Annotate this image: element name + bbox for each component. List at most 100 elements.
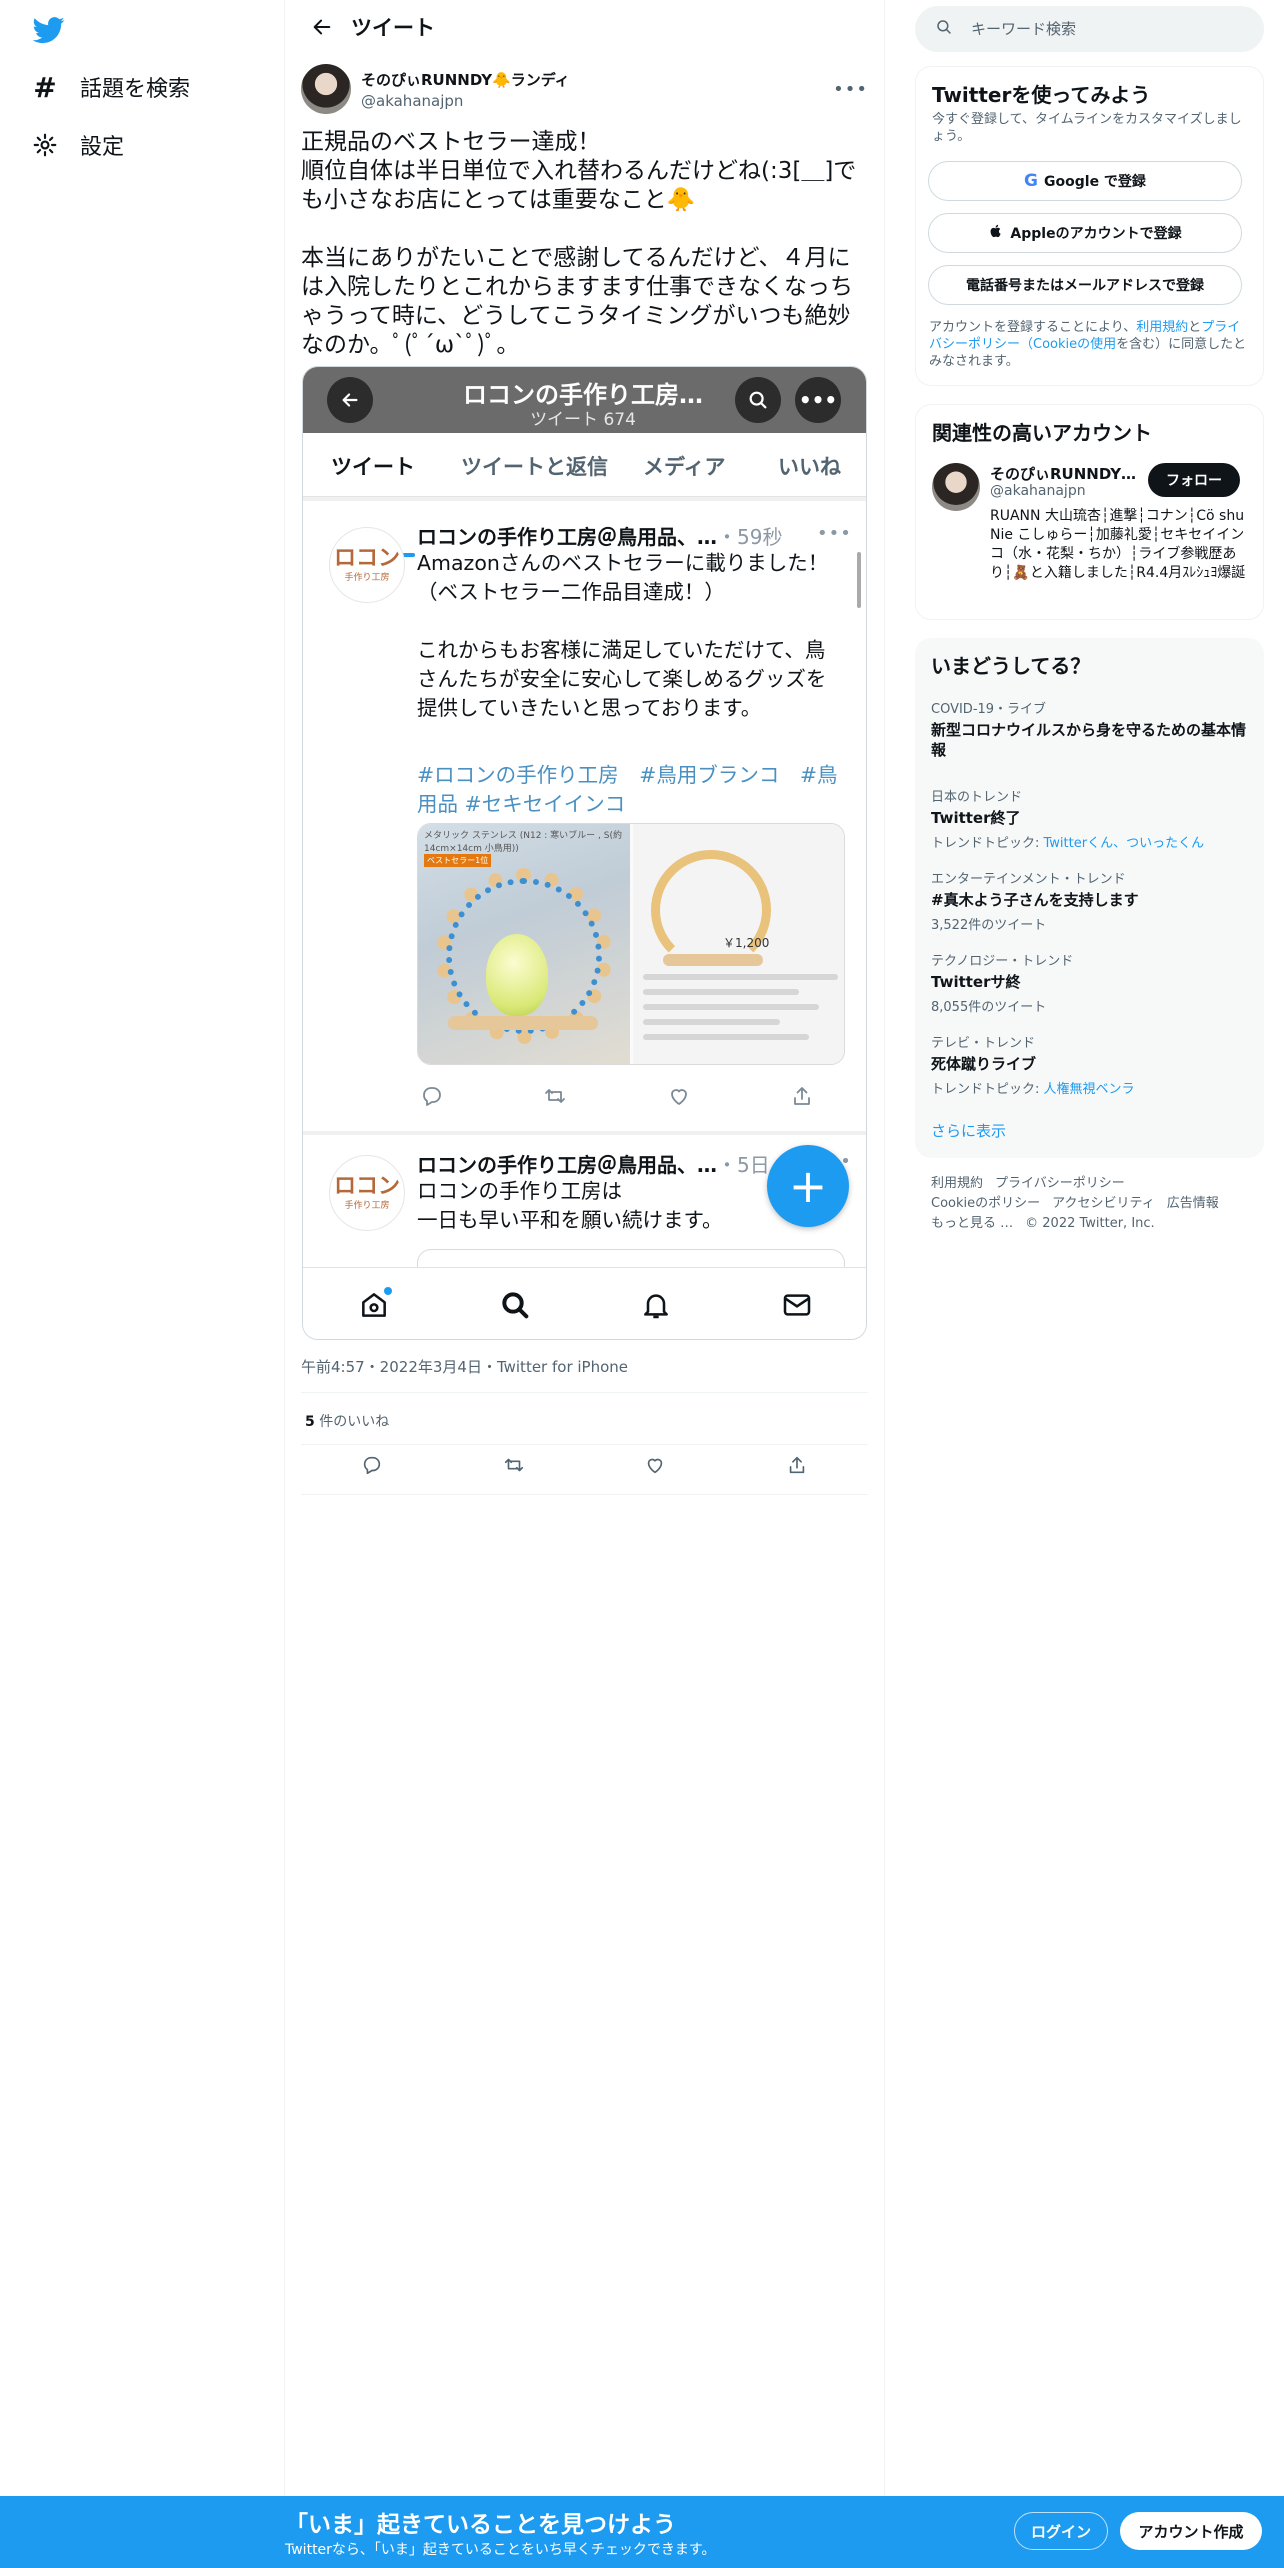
trend-topic-link[interactable]: Twitterくん、ついったくん	[1044, 836, 1205, 851]
post-actions	[417, 1081, 817, 1111]
tweet-text: 正規品のベストセラー達成！ 順位自体は半日単位で入れ替わるんだけどね(:3[＿]…	[301, 129, 857, 358]
trend-category: テレビ・トレンド	[931, 1036, 1036, 1051]
trend-subtext-label: トレンドトピック:	[931, 1082, 1044, 1097]
more-options-icon[interactable]: •••	[833, 79, 868, 100]
signup-banner: 「いま」起きていることを見つけよう Twitterなら、「いま」起きていることを…	[0, 2496, 1284, 2568]
gear-icon	[30, 130, 60, 160]
trend-item[interactable]: 日本のトレンド Twitter終了 トレンドトピック: Twitterくん、つい…	[931, 786, 1249, 851]
footer-link[interactable]: 広告情報	[1167, 1196, 1219, 1211]
back-arrow-icon[interactable]	[295, 0, 349, 54]
heart-icon[interactable]	[640, 1450, 670, 1480]
swing-bar	[663, 954, 763, 966]
apple-signup-button[interactable]: Appleのアカウントで登録	[928, 213, 1242, 253]
trend-category: 日本のトレンド	[931, 790, 1023, 805]
trend-category: COVID-19・ライブ	[931, 702, 1047, 717]
budgie-bird	[486, 934, 548, 1016]
twitter-logo-icon[interactable]	[30, 14, 68, 46]
create-account-button[interactable]: アカウント作成	[1120, 2512, 1262, 2550]
share-icon[interactable]	[782, 1450, 812, 1480]
terms-link[interactable]: 利用規約	[1136, 320, 1188, 335]
search-bar[interactable]	[915, 6, 1264, 52]
trend-subtext: トレンドトピック: Twitterくん、ついったくん	[931, 832, 1249, 851]
divider	[303, 1131, 866, 1135]
account-name[interactable]: そのぴぃRUNNDY…	[990, 463, 1140, 484]
follow-button[interactable]: フォロー	[1148, 463, 1240, 497]
reply-icon	[417, 1081, 447, 1111]
tweet-actions	[301, 1450, 868, 1480]
show-more-link[interactable]: さらに表示	[931, 1120, 1006, 1141]
avatar-logo-text: ロコン	[333, 545, 400, 571]
google-signup-label: Google で登録	[1044, 174, 1146, 190]
page-title: ツイート	[351, 16, 435, 40]
mail-icon	[777, 1285, 817, 1325]
author-display-name[interactable]: そのぴぃRUNNDY🐥ランディ	[361, 69, 570, 90]
trend-subtext-label: トレンドトピック:	[931, 836, 1044, 851]
footer-link[interactable]: Cookieのポリシー	[931, 1196, 1040, 1211]
trend-subtext: 8,055件のツイート	[931, 1000, 1047, 1015]
apple-signup-label: Appleのアカウントで登録	[1010, 226, 1182, 242]
likes-number: 5	[305, 1414, 315, 1430]
trend-subtext: 3,522件のツイート	[931, 918, 1047, 933]
likes-label: 件のいいね	[314, 1414, 390, 1430]
nav-explore-label: 話題を検索	[80, 77, 191, 102]
swing-arc	[651, 850, 771, 970]
trend-topic-link[interactable]: 人権無視ベンラ	[1044, 1082, 1135, 1097]
footer-link[interactable]: もっと見る …	[931, 1216, 1013, 1231]
tweet-timestamp[interactable]: 午前4:57・2022年3月4日・Twitter for iPhone	[301, 1356, 628, 1377]
post-time: ・59秒	[717, 525, 783, 549]
trend-item[interactable]: エンターテインメント・トレンド #真木よう子さんを支持します 3,522件のツイ…	[931, 868, 1249, 933]
tweet-image[interactable]: ロコンの手作り工房… ツイート 674 ••• ツイート ツイートと返信 メディ…	[302, 366, 867, 1340]
post-author-name: ロコンの手作り工房＠鳥用品、…	[417, 525, 717, 549]
author-handle[interactable]: @akahanajpn	[361, 92, 570, 110]
divider	[301, 1392, 868, 1393]
tab-media: メディア	[643, 455, 726, 479]
avatar: ロコン 手作り工房	[329, 1155, 405, 1231]
retweet-icon[interactable]	[499, 1450, 529, 1480]
post-author-name: ロコンの手作り工房＠鳥用品、…	[417, 1153, 717, 1177]
nav-settings-label: 設定	[80, 135, 125, 160]
trend-item[interactable]: テクノロジー・トレンド Twitterサ終 8,055件のツイート	[931, 950, 1249, 1015]
trend-item[interactable]: COVID-19・ライブ 新型コロナウイルスから身を守るための基本情報	[931, 698, 1249, 760]
avatar: ロコン 手作り工房	[329, 527, 405, 603]
search-input[interactable]	[971, 20, 1231, 38]
reply-icon[interactable]	[357, 1450, 387, 1480]
avatar-logo-subtext: 手作り工房	[344, 1200, 390, 1211]
footer-link[interactable]: 利用規約	[931, 1176, 983, 1191]
avatar-logo-subtext: 手作り工房	[344, 572, 390, 583]
trend-name: #真木よう子さんを支持します	[931, 891, 1139, 909]
compose-plus-button: +	[767, 1145, 849, 1227]
divider	[301, 1494, 868, 1495]
google-icon: G	[1024, 171, 1039, 191]
product-photo: メタリック ステンレス (N12 : 寒いブルー , S(約14cm×14cm …	[418, 824, 630, 1064]
heart-icon	[664, 1081, 694, 1111]
post-header: ロコンの手作り工房＠鳥用品、…・5日	[417, 1149, 770, 1178]
home-icon	[354, 1285, 394, 1325]
likes-count[interactable]: 5 件のいいね	[305, 1411, 389, 1431]
avatar[interactable]	[301, 64, 351, 114]
apple-icon	[988, 223, 1004, 243]
retweet-icon	[540, 1081, 570, 1111]
footer-link[interactable]: プライバシーポリシー	[995, 1176, 1125, 1191]
footer-links: 利用規約 プライバシーポリシー Cookieのポリシー アクセシビリティ 広告情報 も…	[931, 1174, 1261, 1234]
google-signup-button[interactable]: G Google で登録	[928, 161, 1242, 201]
more-options-icon: •••	[795, 377, 841, 423]
terms-text: と	[1188, 320, 1202, 335]
trend-name: 死体蹴りライブ	[931, 1055, 1037, 1073]
signup-card-title: Twitterを使ってみよう	[932, 83, 1151, 107]
scrollbar	[857, 552, 861, 608]
phone-email-signup-button[interactable]: 電話番号またはメールアドレスで登録	[928, 265, 1242, 305]
nav-explore[interactable]: # 話題を検索	[30, 67, 190, 107]
column-divider	[284, 0, 285, 2500]
nav-settings[interactable]: 設定	[30, 125, 124, 165]
trend-category: エンターテインメント・トレンド	[931, 872, 1126, 887]
login-button[interactable]: ログイン	[1014, 2512, 1108, 2550]
product-price: ￥1,200	[723, 936, 770, 950]
trend-item[interactable]: テレビ・トレンド 死体蹴りライブ トレンドトピック: 人権無視ベンラ	[931, 1032, 1249, 1097]
signup-card-subtitle: 今すぐ登録して、タイムラインをカスタマイズしましょう。	[932, 112, 1242, 144]
avatar[interactable]	[932, 463, 980, 511]
post-media: メタリック ステンレス (N12 : 寒いブルー , S(約14cm×14cm …	[417, 823, 845, 1065]
page-header: ツイート	[285, 0, 884, 54]
footer-link[interactable]: アクセシビリティ	[1052, 1196, 1155, 1211]
left-navigation: # 話題を検索 設定	[0, 0, 284, 2568]
bottom-tab-bar	[303, 1267, 866, 1339]
